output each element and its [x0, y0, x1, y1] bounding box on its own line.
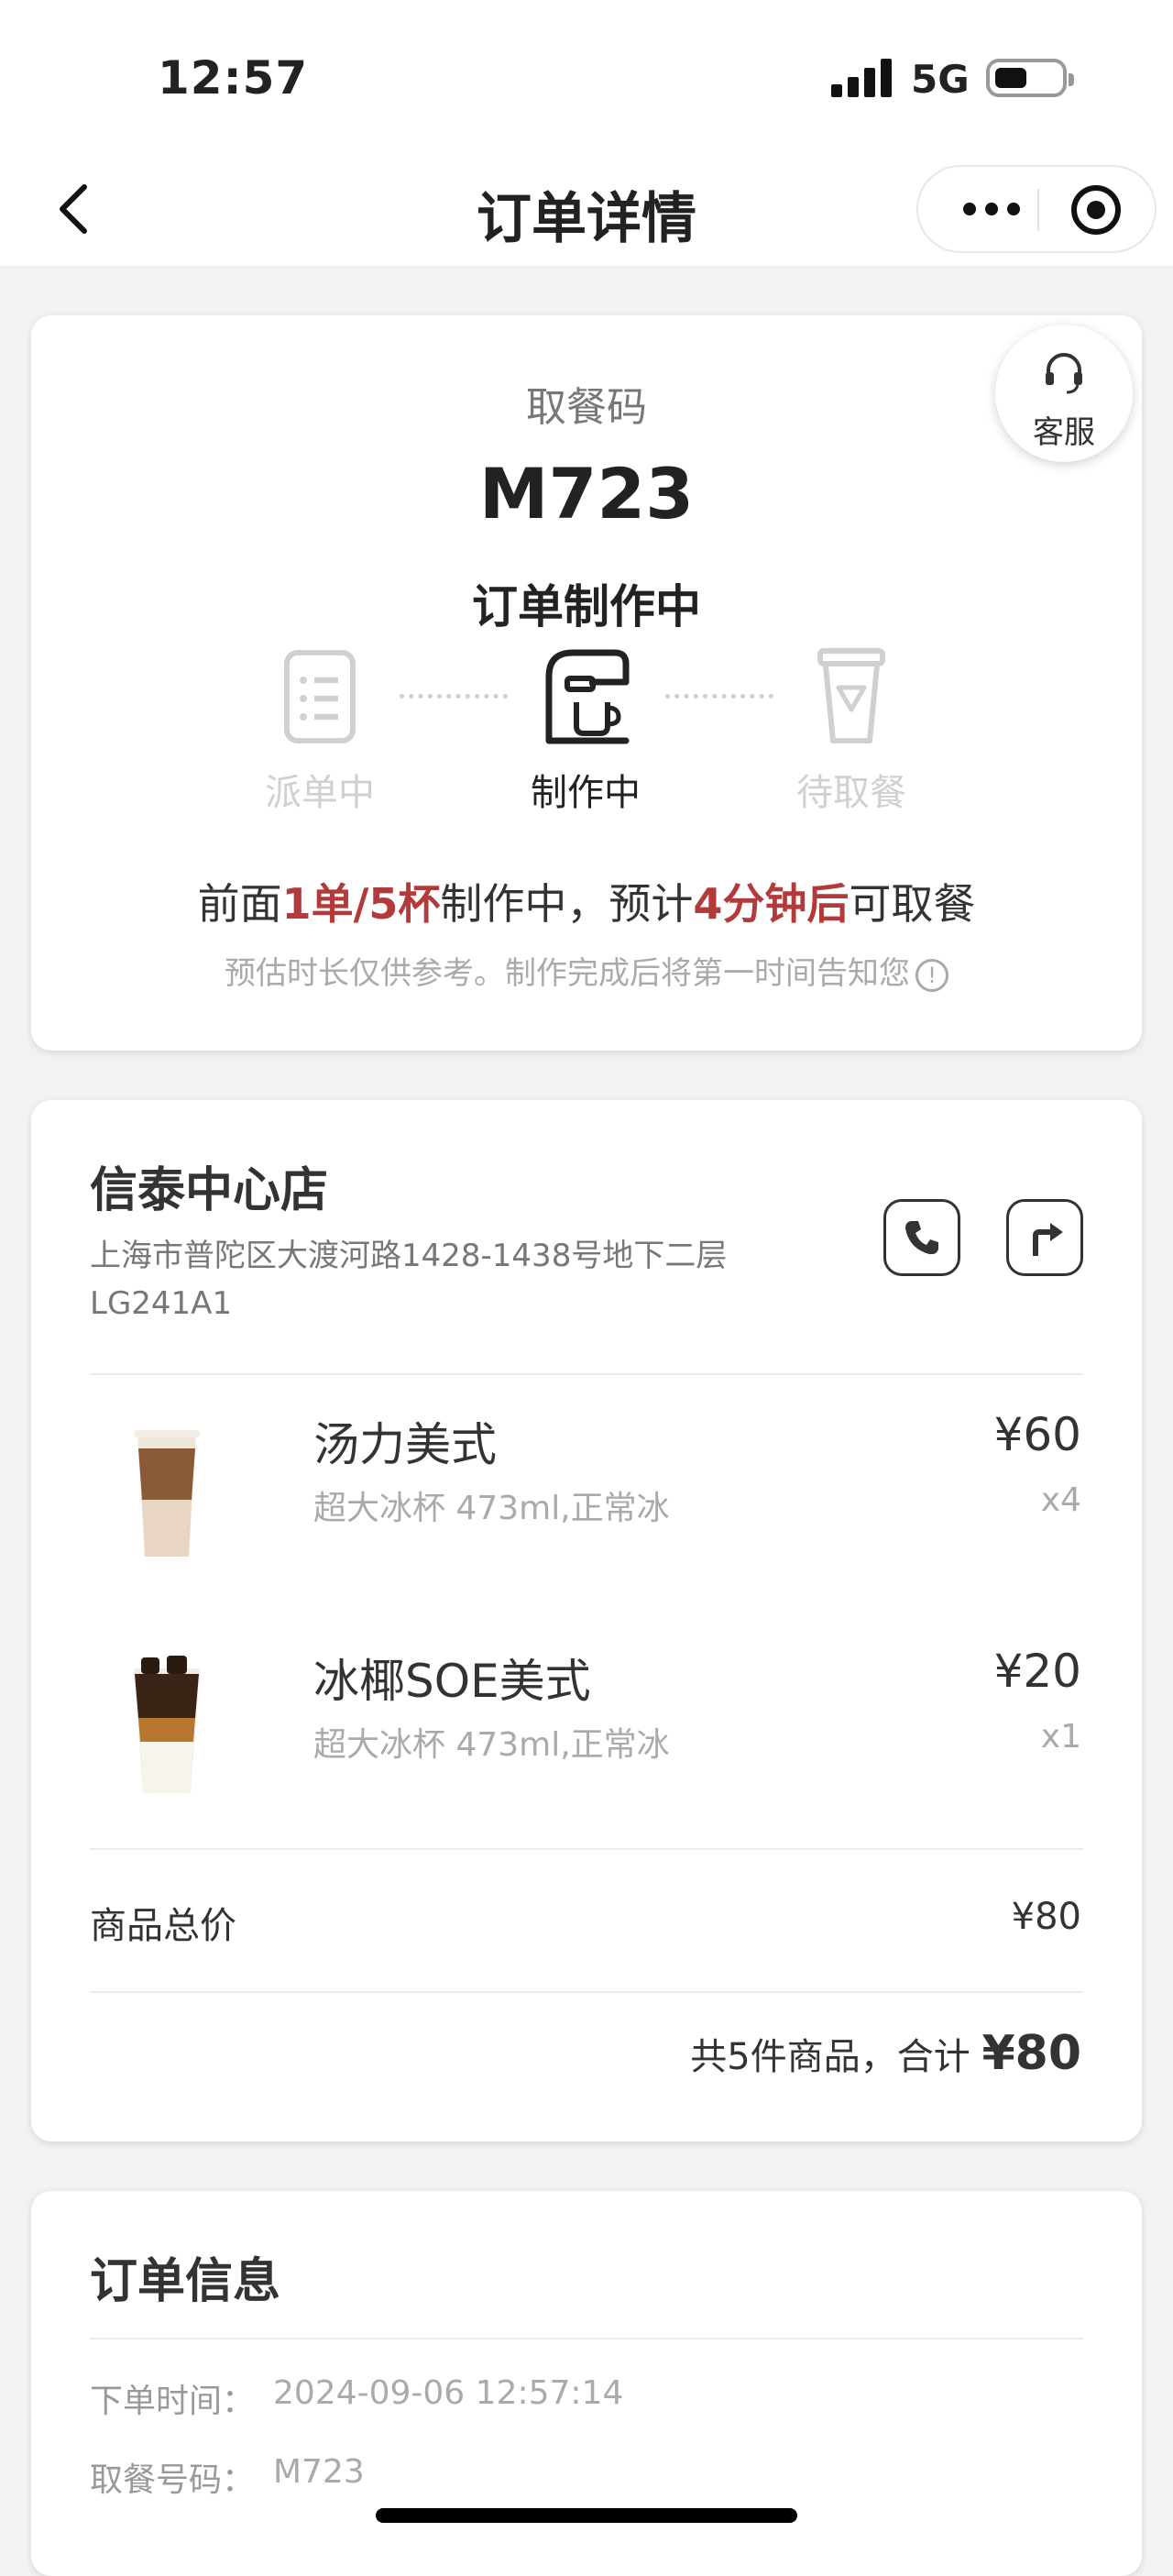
- battery-icon: [986, 59, 1074, 97]
- order-time-row: 下单时间： 2024-09-06 12:57:14: [90, 2374, 624, 2420]
- status-time: 12:57: [158, 51, 309, 105]
- divider: [90, 1991, 1083, 1993]
- total-prefix: 共5件商品，合计: [690, 2036, 970, 2078]
- coffee-machine-icon: [545, 649, 630, 744]
- order-info-title: 订单信息: [90, 2254, 281, 2309]
- item-qty: x4: [1040, 1481, 1081, 1519]
- item-name: 汤力美式: [313, 1418, 497, 1471]
- queue-count: 1单/5杯: [281, 879, 441, 929]
- divider: [90, 2338, 1083, 2339]
- receipt-icon: [284, 650, 356, 743]
- step-making: 制作中: [485, 645, 686, 816]
- phone-icon: [905, 1221, 938, 1255]
- store-address: 上海市普陀区大渡河路1428-1438号地下二层LG241A1: [90, 1238, 728, 1322]
- status-bar: 12:57 5G: [0, 0, 1173, 156]
- more-button[interactable]: [946, 167, 1037, 251]
- order-status: 订单制作中: [472, 580, 701, 633]
- subtotal-label: 商品总价: [90, 1905, 236, 1947]
- pickup-code: M723: [478, 453, 695, 534]
- customer-service-button[interactable]: 客服: [995, 325, 1133, 462]
- info-icon[interactable]: !: [915, 958, 948, 992]
- list-item[interactable]: 汤力美式 超大冰杯 473ml,正常冰 ¥60 x4: [31, 1408, 1142, 1610]
- step-label: 待取餐: [796, 772, 906, 814]
- close-miniprogram-button[interactable]: [1071, 185, 1121, 235]
- drink-image: [134, 1656, 200, 1793]
- drink-image: [134, 1430, 200, 1557]
- customer-service-label: 客服: [1033, 414, 1095, 451]
- item-name: 冰椰SOE美式: [313, 1655, 591, 1708]
- home-indicator: [376, 2508, 797, 2523]
- subtotal-value: ¥80: [1011, 1896, 1081, 1938]
- navigate-button[interactable]: [1006, 1199, 1083, 1276]
- item-price: ¥60: [993, 1408, 1081, 1461]
- item-spec: 超大冰杯 473ml,正常冰: [313, 1490, 670, 1527]
- order-items-card: 信泰中心店 上海市普陀区大渡河路1428-1438号地下二层LG241A1 汤力…: [31, 1100, 1142, 2141]
- nav-bar: 订单详情: [0, 156, 1173, 266]
- eta-note: 预估时长仅供参考。制作完成后将第一时间告知您!: [31, 948, 1142, 993]
- headset-icon: [1046, 353, 1082, 394]
- divider: [90, 1848, 1083, 1850]
- total-value: ¥80: [981, 2026, 1081, 2081]
- miniprogram-capsule: [916, 165, 1157, 253]
- item-spec: 超大冰杯 473ml,正常冰: [313, 1726, 670, 1764]
- cup-icon: [817, 648, 885, 743]
- pickup-number-value: M723: [273, 2453, 365, 2491]
- item-qty: x1: [1040, 1718, 1081, 1756]
- eta-time: 4分钟后: [693, 879, 850, 929]
- signal-icon: [831, 59, 893, 97]
- item-price: ¥20: [993, 1645, 1081, 1698]
- step-pickup: 待取餐: [751, 645, 952, 816]
- list-item[interactable]: 冰椰SOE美式 超大冰杯 473ml,正常冰 ¥20 x1: [31, 1645, 1142, 1846]
- store-name: 信泰中心店: [90, 1163, 329, 1218]
- directions-icon: [1033, 1223, 1063, 1256]
- pickup-number-row: 取餐号码： M723: [90, 2453, 365, 2499]
- order-total: 共5件商品，合计 ¥80: [690, 2026, 1081, 2081]
- step-label: 派单中: [265, 772, 375, 814]
- pickup-card: 取餐码 M723 订单制作中 客服 派单中 制作中 待取餐 前面1单/5杯制作中…: [31, 315, 1142, 1051]
- step-dispatch: 派单中: [219, 645, 421, 816]
- order-time-value: 2024-09-06 12:57:14: [273, 2374, 624, 2412]
- eta-text: 前面1单/5杯制作中，预计4分钟后可取餐: [197, 879, 976, 929]
- pickup-code-label: 取餐码: [526, 384, 647, 431]
- network-label: 5G: [911, 57, 970, 102]
- call-store-button[interactable]: [883, 1199, 960, 1276]
- divider: [90, 1373, 1083, 1375]
- step-label: 制作中: [531, 772, 641, 814]
